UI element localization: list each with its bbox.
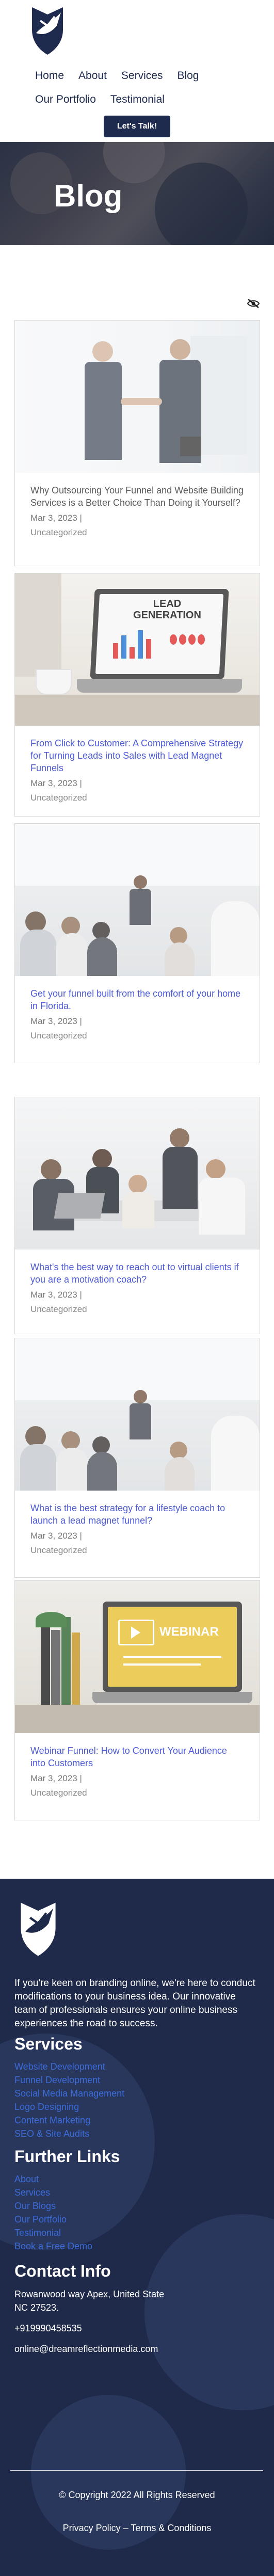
post-thumbnail[interactable]	[15, 1097, 260, 1250]
post-category[interactable]: Uncategorized	[30, 1788, 244, 1798]
brand-logo[interactable]	[29, 5, 66, 57]
post-thumbnail[interactable]: WEBINAR	[15, 1581, 260, 1733]
post-title[interactable]: Get your funnel built from the comfort o…	[30, 987, 244, 1012]
services-heading: Services	[14, 2035, 83, 2053]
post-title[interactable]: From Click to Customer: A Comprehensive …	[30, 737, 244, 774]
post-date: Mar 3, 2023 |	[30, 1773, 82, 1783]
post-category[interactable]: Uncategorized	[30, 527, 244, 538]
blog-post-card[interactable]: LEAD GENERATION From Click to Customer: …	[14, 573, 260, 817]
nav-services[interactable]: Services	[121, 70, 163, 82]
visibility-toggle-icon[interactable]	[247, 298, 260, 309]
footer-nav-link[interactable]: Our Blogs	[14, 2201, 56, 2212]
nav-blog[interactable]: Blog	[177, 70, 199, 82]
blog-post-card[interactable]: Why Outsourcing Your Funnel and Website …	[14, 320, 260, 566]
contact-info-heading: Contact Info	[14, 2262, 111, 2280]
nav-about[interactable]: About	[78, 70, 107, 82]
lets-talk-button[interactable]: Let's Talk!	[104, 116, 170, 137]
footer-logo[interactable]	[15, 1900, 61, 1958]
blog-post-card[interactable]: WEBINAR Webinar Funnel: How to Convert Y…	[14, 1580, 260, 1820]
footer-service-link[interactable]: Website Development	[14, 2061, 105, 2072]
post-body: Why Outsourcing Your Funnel and Website …	[15, 484, 260, 538]
contact-email[interactable]: online@dreamreflectionmedia.com	[14, 2342, 158, 2356]
nav-row-secondary: Our Portfolio Testimonial	[0, 93, 274, 106]
post-date: Mar 3, 2023 |	[30, 1531, 82, 1541]
nav-home[interactable]: Home	[35, 70, 64, 82]
main-nav: Home About Services Blog Our Portfolio T…	[0, 70, 274, 106]
post-title[interactable]: What is the best strategy for a lifestyl…	[30, 1502, 244, 1527]
hero-banner: Blog	[0, 142, 274, 245]
site-footer: If you're keen on branding online, we're…	[0, 1879, 274, 2576]
post-category[interactable]: Uncategorized	[30, 793, 244, 803]
footer-nav-link[interactable]: Book a Free Demo	[14, 2241, 92, 2252]
footer-nav-link[interactable]: Testimonial	[14, 2228, 61, 2238]
nav-portfolio[interactable]: Our Portfolio	[35, 93, 96, 106]
footer-service-link[interactable]: Funnel Development	[14, 2075, 100, 2086]
footer-nav-link[interactable]: Our Portfolio	[14, 2214, 67, 2225]
blog-post-card[interactable]: What's the best way to reach out to virt…	[14, 1097, 260, 1334]
footer-nav-link[interactable]: Services	[14, 2187, 50, 2198]
hero-overlay	[0, 142, 274, 245]
blog-post-card[interactable]: What is the best strategy for a lifestyl…	[14, 1338, 260, 1578]
post-thumbnail[interactable]: LEAD GENERATION	[15, 573, 260, 726]
post-date: Mar 3, 2023 |	[30, 778, 82, 788]
copyright-text: © Copyright 2022 All Rights Reserved	[59, 2490, 215, 2500]
nav-testimonial[interactable]: Testimonial	[110, 93, 165, 106]
contact-phone[interactable]: +919990458535	[14, 2322, 82, 2335]
footer-nav-link[interactable]: About	[14, 2174, 39, 2185]
page-title: Blog	[54, 179, 123, 213]
post-title[interactable]: Why Outsourcing Your Funnel and Website …	[30, 484, 244, 509]
post-category[interactable]: Uncategorized	[30, 1545, 244, 1556]
footer-service-link[interactable]: Social Media Management	[14, 2088, 124, 2099]
post-category[interactable]: Uncategorized	[30, 1304, 244, 1315]
post-thumbnail[interactable]	[15, 321, 260, 473]
footer-about-text: If you're keen on branding online, we're…	[14, 1978, 255, 2029]
footer-divider	[10, 2470, 263, 2471]
post-body: From Click to Customer: A Comprehensive …	[15, 737, 260, 803]
nav-row-primary: Home About Services Blog	[0, 70, 274, 82]
further-links-heading: Further Links	[14, 2147, 120, 2166]
footer-service-link[interactable]: Logo Designing	[14, 2102, 79, 2113]
post-date: Mar 3, 2023 |	[30, 1016, 82, 1026]
legal-links[interactable]: Privacy Policy – Terms & Conditions	[0, 2523, 274, 2534]
footer-service-link[interactable]: Content Marketing	[14, 2115, 90, 2126]
post-body: What's the best way to reach out to virt…	[15, 1261, 260, 1315]
blog-post-card[interactable]: Get your funnel built from the comfort o…	[14, 823, 260, 1063]
post-thumbnail[interactable]	[15, 1338, 260, 1491]
post-body: Webinar Funnel: How to Convert Your Audi…	[15, 1745, 260, 1798]
post-body: Get your funnel built from the comfort o…	[15, 987, 260, 1041]
post-thumbnail[interactable]	[15, 824, 260, 976]
post-date: Mar 3, 2023 |	[30, 1290, 82, 1300]
post-category[interactable]: Uncategorized	[30, 1031, 244, 1041]
post-title[interactable]: What's the best way to reach out to virt…	[30, 1261, 244, 1286]
post-title[interactable]: Webinar Funnel: How to Convert Your Audi…	[30, 1745, 244, 1769]
site-header: Home About Services Blog Our Portfolio T…	[0, 0, 274, 142]
footer-service-link[interactable]: SEO & Site Audits	[14, 2129, 89, 2139]
post-date: Mar 3, 2023 |	[30, 513, 82, 523]
contact-address: Rowanwood way Apex, United State NC 2752…	[14, 2289, 165, 2313]
post-body: What is the best strategy for a lifestyl…	[15, 1502, 260, 1556]
